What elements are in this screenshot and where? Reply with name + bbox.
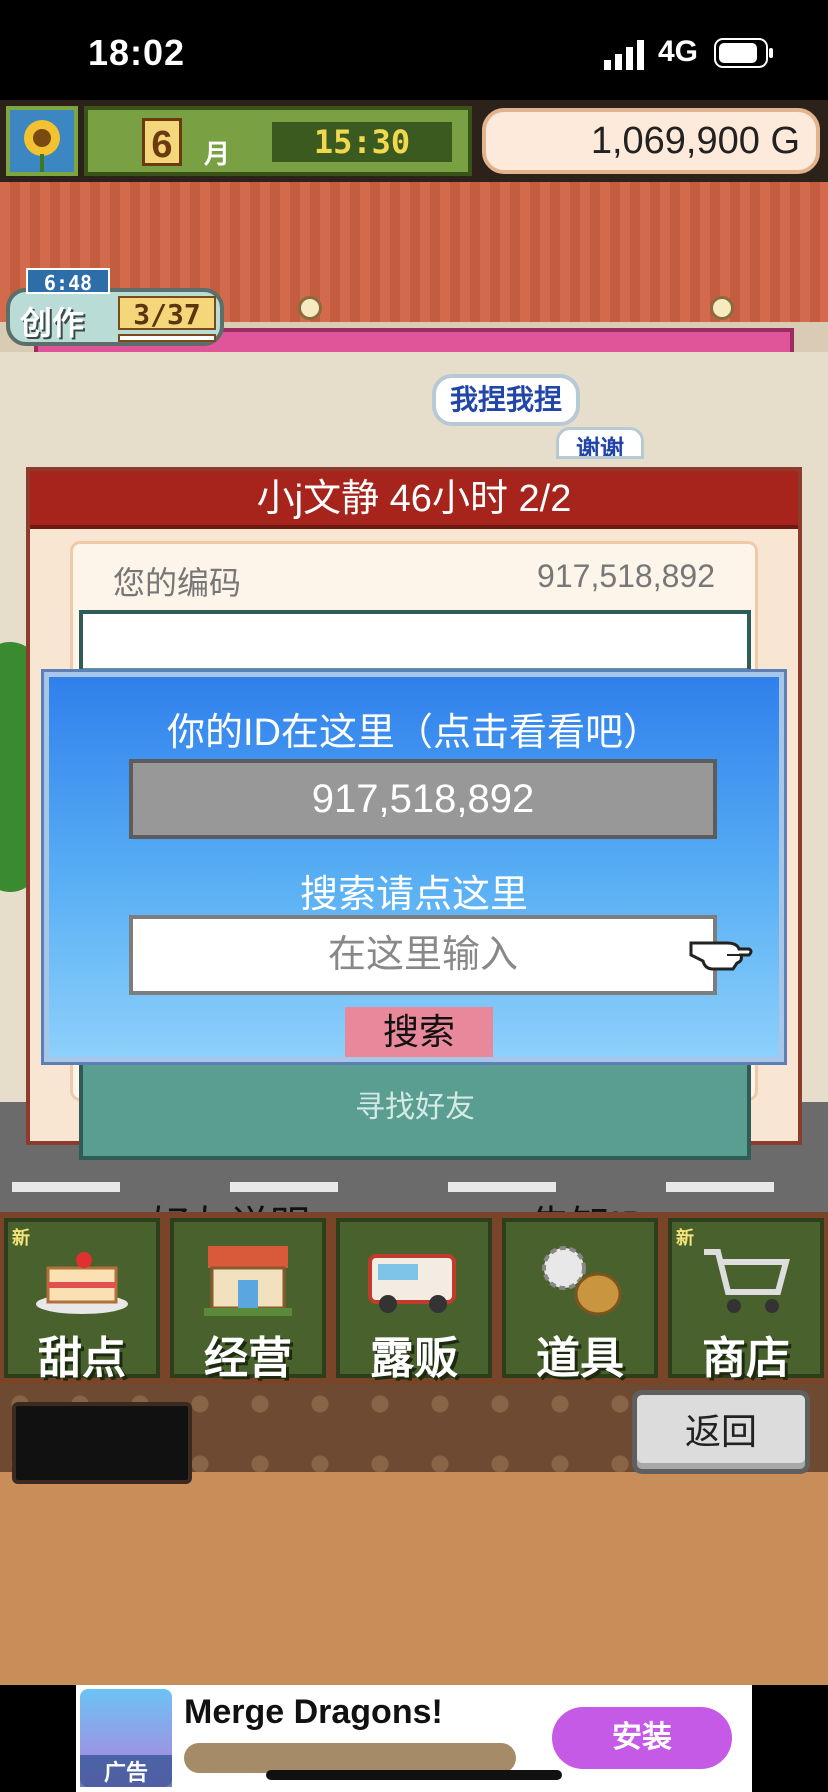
- game-area: 6 月 15:30 1,069,900 G 谢谢 我捏我捏 创作 3/37 6:…: [0, 100, 828, 1685]
- calendar-panel: 6 月 15:30: [84, 106, 472, 176]
- create-label: 创作: [20, 305, 85, 341]
- code-value: 917,518,892: [537, 558, 715, 594]
- ad-title: Merge Dragons!: [184, 1693, 443, 1731]
- network-label: 4G: [658, 35, 699, 68]
- create-box: 创作 3/37: [6, 288, 224, 346]
- ad-tag: 广告: [80, 1755, 172, 1787]
- menu-manage[interactable]: 经营: [170, 1218, 326, 1383]
- search-hint: 搜索请点这里: [299, 874, 528, 916]
- month-unit: 月: [204, 139, 231, 169]
- lamp-icon: [710, 296, 734, 320]
- create-timer: 6:48: [26, 268, 110, 295]
- cake-icon: [36, 1252, 128, 1314]
- code-label: 您的编码: [113, 565, 242, 601]
- food-truck-icon: [368, 1254, 456, 1313]
- home-indicator[interactable]: [266, 1770, 562, 1780]
- new-badge: 新: [12, 1228, 30, 1248]
- sunflower-icon[interactable]: [6, 106, 78, 176]
- top-hud: 6 月 15:30 1,069,900 G: [0, 100, 828, 182]
- status-time: 18:02: [88, 32, 186, 73]
- menu-bar: 新 甜点 经营 露贩 道具 新 商店: [0, 1212, 828, 1384]
- menu-label: 露贩: [370, 1334, 458, 1383]
- game-clock: 15:30: [272, 122, 452, 162]
- friend-list-row[interactable]: [83, 614, 747, 668]
- menu-shop[interactable]: 新 商店: [668, 1218, 824, 1383]
- search-button[interactable]: 搜索: [345, 1007, 493, 1057]
- gear-bag-icon: [542, 1246, 622, 1316]
- ad-install-button[interactable]: 安装: [552, 1707, 732, 1769]
- new-badge: 新: [676, 1228, 694, 1248]
- ad-rating-bar: [184, 1743, 516, 1773]
- dialog-prompt: 你的ID在这里（点击看看吧）: [166, 712, 661, 754]
- find-friend-button[interactable]: 寻找好友: [83, 1082, 747, 1126]
- lane-marking: [448, 1182, 556, 1192]
- menu-label: 商店: [702, 1334, 790, 1383]
- id-display[interactable]: 917,518,892: [129, 759, 717, 839]
- pointing-hand-icon: [689, 941, 753, 971]
- status-bar: 18:02 4G: [0, 0, 828, 100]
- menu-items[interactable]: 道具: [502, 1218, 658, 1383]
- menu-label: 甜点: [38, 1334, 126, 1383]
- shop-scene: 谢谢 我捏我捏 创作 3/37 6:48 小j文静 46小时 2/2 您的编码 …: [0, 182, 828, 1685]
- back-button[interactable]: 返回: [632, 1390, 810, 1474]
- lane-marking: [12, 1182, 120, 1192]
- signal-icon: [604, 40, 644, 70]
- menu-stall[interactable]: 露贩: [336, 1218, 492, 1383]
- search-input[interactable]: 在这里输入: [129, 915, 717, 995]
- month-number: 6: [142, 118, 182, 166]
- create-badge[interactable]: 创作 3/37 6:48: [6, 268, 224, 346]
- panel-header: 小j文静 46小时 2/2: [30, 471, 798, 529]
- money-display: 1,069,900 G: [482, 108, 820, 174]
- thanks-bubble: 谢谢: [556, 427, 644, 459]
- create-count: 3/37: [118, 296, 216, 331]
- lamp-icon: [298, 296, 322, 320]
- menu-label: 道具: [536, 1334, 624, 1383]
- battery-icon: [714, 38, 773, 68]
- empty-slot: [12, 1402, 192, 1484]
- shop-front-icon: [204, 1246, 292, 1316]
- create-progress-bar: [118, 334, 216, 342]
- id-dialog: 你的ID在这里（点击看看吧） 917,518,892 搜索请点这里 在这里输入 …: [41, 669, 787, 1065]
- chat-bubble[interactable]: 我捏我捏: [432, 374, 580, 426]
- cart-icon: [704, 1249, 790, 1313]
- lane-marking: [230, 1182, 338, 1192]
- lane-marking: [666, 1182, 774, 1192]
- menu-label: 经营: [204, 1334, 292, 1383]
- bottom-board-lower: [0, 1472, 828, 1685]
- menu-dessert[interactable]: 新 甜点: [4, 1218, 160, 1383]
